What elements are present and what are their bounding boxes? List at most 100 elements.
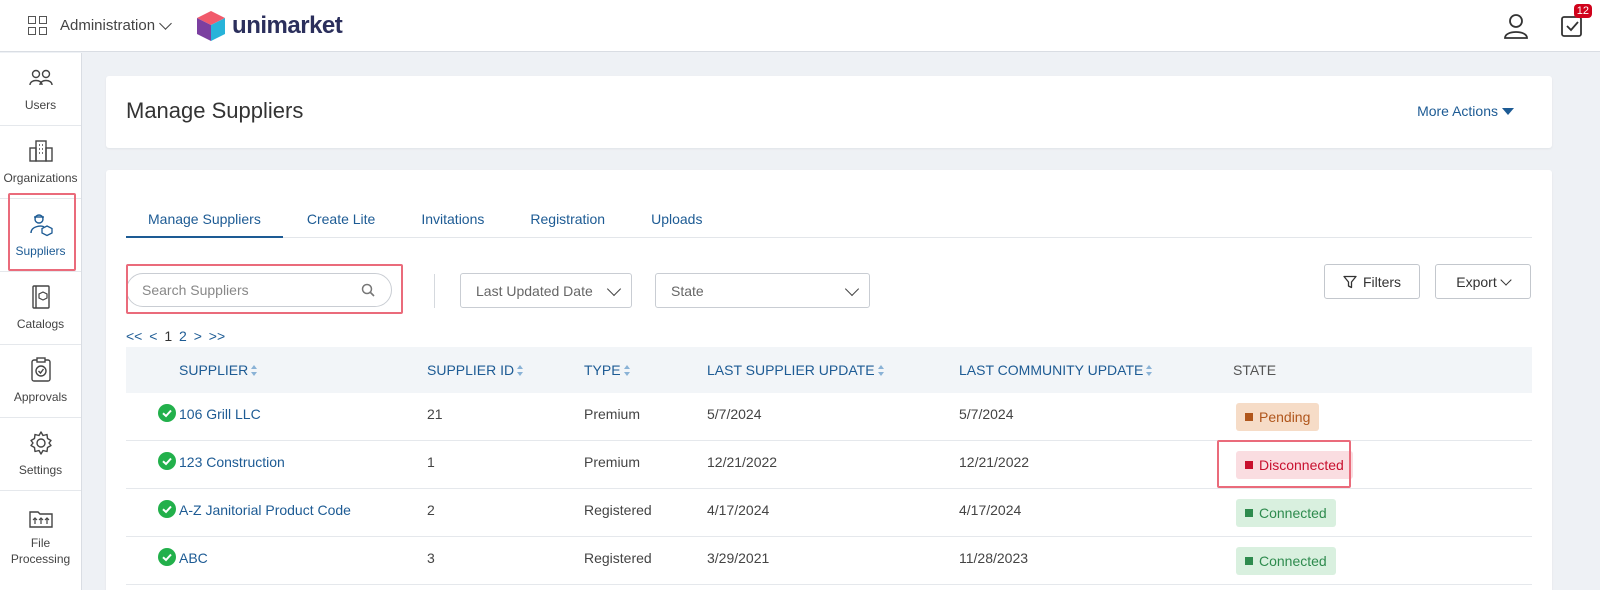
sidebar-item-label: Approvals xyxy=(13,390,68,404)
sidebar-item-label: Organizations xyxy=(3,171,78,185)
col-last-community-update[interactable]: LAST COMMUNITY UPDATE xyxy=(959,362,1153,378)
top-bar: Administration unimarket 12 xyxy=(0,0,1600,52)
page-last-link[interactable]: >> xyxy=(209,328,225,344)
sidebar-item-file-processing[interactable]: File Processing xyxy=(0,491,81,581)
chevron-down-icon xyxy=(1500,273,1512,286)
supplier-id: 3 xyxy=(427,550,435,566)
filter-icon xyxy=(1343,275,1357,288)
logo-cube-icon xyxy=(197,10,226,41)
status-badge: Connected xyxy=(1236,547,1336,575)
sort-icon xyxy=(1146,364,1153,376)
sidebar-item-approvals[interactable]: Approvals xyxy=(0,345,81,418)
tabs: Manage Suppliers Create Lite Invitations… xyxy=(126,204,1532,238)
last-community-update: 5/7/2024 xyxy=(959,406,1014,422)
table-header: SUPPLIER SUPPLIER ID TYPE LAST SUPPLIER … xyxy=(126,347,1532,393)
supplier-type: Registered xyxy=(584,550,652,566)
more-actions-label: More Actions xyxy=(1417,103,1498,119)
last-community-update: 11/28/2023 xyxy=(959,550,1029,566)
logo[interactable]: unimarket xyxy=(196,10,343,42)
page-next-link[interactable]: > xyxy=(194,328,202,344)
chevron-down-icon xyxy=(159,16,172,30)
app-switcher-label: Administration xyxy=(60,17,156,34)
supplier-name-link[interactable]: 106 Grill LLC xyxy=(179,406,261,422)
page-title: Manage Suppliers xyxy=(126,98,304,123)
tasks-button[interactable]: 12 xyxy=(1560,4,1592,38)
sort-icon xyxy=(517,364,524,376)
search-input[interactable] xyxy=(142,282,352,298)
tab-create-lite[interactable]: Create Lite xyxy=(285,204,397,238)
state-dropdown[interactable]: State xyxy=(655,273,870,308)
app-switcher[interactable]: Administration xyxy=(28,15,172,36)
logo-text: unimarket xyxy=(232,11,343,39)
last-supplier-update: 4/17/2024 xyxy=(707,502,770,518)
more-actions-button[interactable]: More Actions xyxy=(1417,103,1514,119)
sidebar-item-label: Users xyxy=(24,98,57,112)
filters-button[interactable]: Filters xyxy=(1324,264,1420,299)
tab-manage-suppliers[interactable]: Manage Suppliers xyxy=(126,204,283,238)
supplier-name-link[interactable]: A-Z Janitorial Product Code xyxy=(179,502,351,518)
sidebar-item-suppliers[interactable]: Suppliers xyxy=(0,199,81,272)
tab-uploads[interactable]: Uploads xyxy=(629,204,724,238)
sidebar-item-organizations[interactable]: Organizations xyxy=(0,126,81,199)
status-badge: Connected xyxy=(1236,499,1336,527)
sort-icon xyxy=(623,364,631,376)
export-label: Export xyxy=(1456,273,1497,290)
building-icon xyxy=(28,140,53,162)
last-supplier-update: 3/29/2021 xyxy=(707,550,770,566)
table-row: ABC 3 Registered 3/29/2021 11/28/2023 Co… xyxy=(126,537,1532,585)
page-1: 1 xyxy=(164,328,173,344)
sidebar-item-users[interactable]: Users xyxy=(0,53,81,126)
supplier-id: 1 xyxy=(427,454,435,470)
tab-invitations[interactable]: Invitations xyxy=(399,204,506,238)
sort-icon xyxy=(251,364,258,376)
check-circle-icon xyxy=(158,548,176,566)
sidebar-item-label: File Processing xyxy=(10,536,71,566)
user-profile-icon[interactable] xyxy=(1502,12,1530,40)
page-first-link[interactable]: << xyxy=(126,328,142,344)
last-community-update: 4/17/2024 xyxy=(959,502,1022,518)
table-row: 123 Construction 1 Premium 12/21/2022 12… xyxy=(126,441,1532,489)
search-box xyxy=(126,273,392,307)
caret-down-icon xyxy=(1502,107,1514,115)
export-button[interactable]: Export xyxy=(1435,264,1531,299)
sidebar-item-label: Catalogs xyxy=(16,317,65,331)
app-grid-icon xyxy=(28,15,48,36)
page-2-link[interactable]: 2 xyxy=(179,328,187,344)
gear-icon xyxy=(29,431,52,455)
table-row: 106 Grill LLC 21 Premium 5/7/2024 5/7/20… xyxy=(126,393,1532,441)
sidebar-item-catalogs[interactable]: Catalogs xyxy=(0,272,81,345)
col-state: STATE xyxy=(1233,362,1277,378)
approval-icon xyxy=(30,357,51,382)
sidebar-item-settings[interactable]: Settings xyxy=(0,418,81,491)
folder-icon xyxy=(28,511,53,528)
tasks-count-badge: 12 xyxy=(1573,4,1592,18)
chevron-down-icon xyxy=(606,281,622,297)
filters-label: Filters xyxy=(1362,273,1402,290)
page-prev-link[interactable]: < xyxy=(149,328,157,344)
supplier-type: Premium xyxy=(584,406,641,422)
tab-registration[interactable]: Registration xyxy=(508,204,627,238)
check-circle-icon xyxy=(158,404,176,422)
catalog-icon xyxy=(31,285,50,309)
last-updated-date-label: Last Updated Date xyxy=(476,282,593,299)
last-community-update: 12/21/2022 xyxy=(959,454,1030,470)
last-supplier-update: 5/7/2024 xyxy=(707,406,762,422)
check-circle-icon xyxy=(158,452,176,470)
check-circle-icon xyxy=(158,500,176,518)
col-supplier-id[interactable]: SUPPLIER ID xyxy=(427,362,524,378)
supplier-type: Registered xyxy=(584,502,652,518)
toolbar-divider xyxy=(434,274,435,308)
supplier-name-link[interactable]: ABC xyxy=(179,550,208,566)
col-supplier[interactable]: SUPPLIER xyxy=(179,362,258,378)
col-last-supplier-update[interactable]: LAST SUPPLIER UPDATE xyxy=(707,362,885,378)
sidebar-item-label: Suppliers xyxy=(15,244,66,258)
col-type[interactable]: TYPE xyxy=(584,362,631,378)
status-badge: Pending xyxy=(1236,403,1320,431)
suppliers-card: Manage Suppliers Create Lite Invitations… xyxy=(106,170,1552,590)
table-row: A-Z Janitorial Product Code 2 Registered… xyxy=(126,489,1532,537)
last-updated-date-dropdown[interactable]: Last Updated Date xyxy=(460,273,632,308)
search-icon[interactable] xyxy=(361,283,375,297)
status-badge: Disconnected xyxy=(1236,451,1353,479)
supplier-id: 2 xyxy=(427,502,435,518)
supplier-name-link[interactable]: 123 Construction xyxy=(179,454,285,470)
